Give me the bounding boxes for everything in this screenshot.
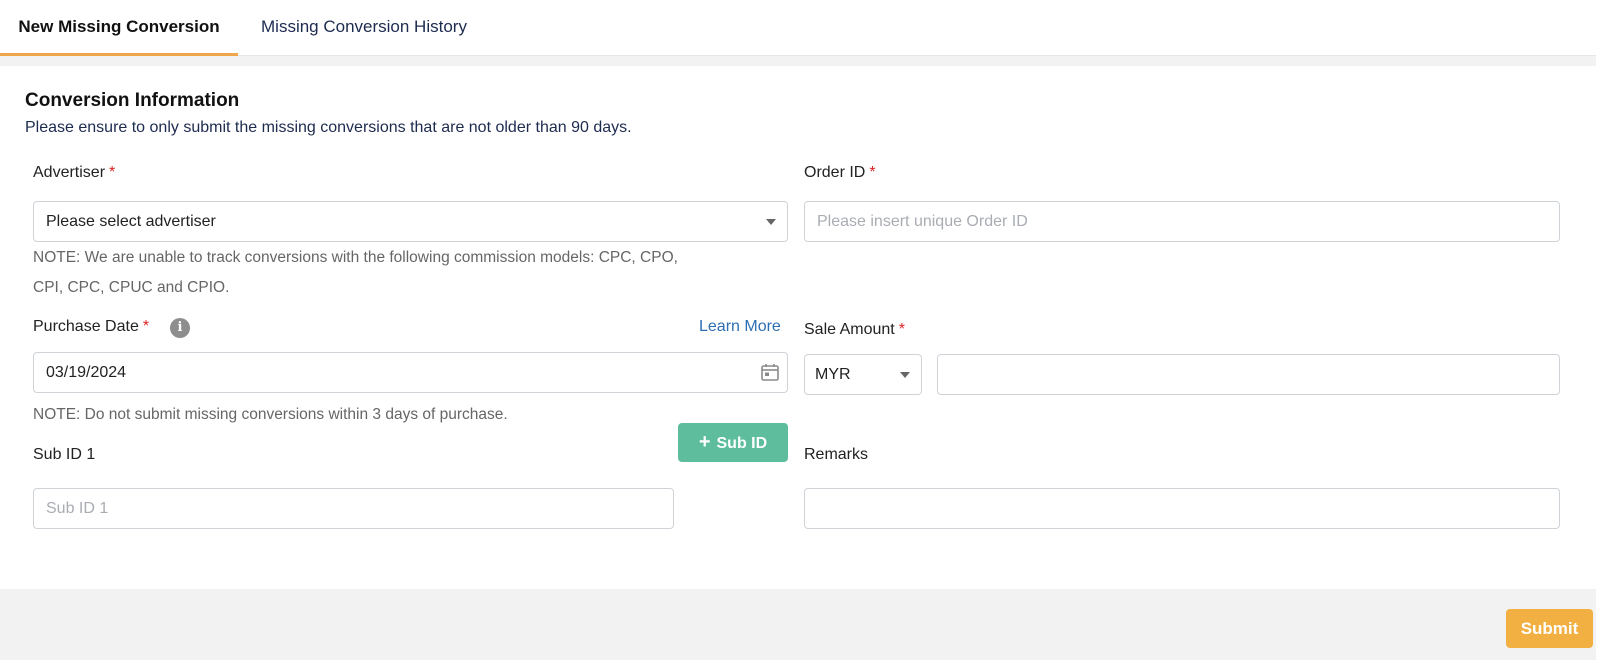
chevron-down-icon (766, 219, 776, 225)
add-sub-id-label: Sub ID (716, 435, 768, 452)
calendar-icon[interactable] (760, 362, 780, 382)
info-icon[interactable]: i (170, 318, 190, 338)
purchase-date-value: 03/19/2024 (46, 364, 127, 381)
required-mark: * (109, 164, 116, 181)
required-mark: * (869, 164, 876, 181)
currency-selected-value: MYR (815, 366, 851, 383)
remarks-input[interactable] (804, 488, 1560, 529)
purchase-date-label-text: Purchase Date (33, 318, 139, 335)
tab-missing-conversion-history[interactable]: Missing Conversion History (261, 0, 467, 56)
purchase-date-label: Purchase Date * (33, 318, 149, 336)
add-sub-id-button[interactable]: + Sub ID (678, 423, 788, 462)
tab-bar: New Missing Conversion Missing Conversio… (0, 0, 1596, 56)
advertiser-label-text: Advertiser (33, 164, 106, 181)
sub-id-input[interactable]: Sub ID 1 (33, 488, 674, 529)
sale-amount-label-text: Sale Amount (804, 321, 895, 338)
order-id-label-text: Order ID (804, 164, 866, 181)
order-id-label: Order ID * (804, 164, 876, 182)
currency-select[interactable]: MYR (804, 354, 922, 395)
advertiser-select[interactable]: Please select advertiser (33, 201, 788, 242)
advertiser-label: Advertiser * (33, 164, 115, 182)
plus-icon: + (698, 431, 711, 453)
tab-new-missing-conversion[interactable]: New Missing Conversion (0, 0, 238, 56)
required-mark: * (142, 318, 150, 335)
purchase-date-input[interactable]: 03/19/2024 (33, 352, 788, 393)
section-title: Conversion Information (25, 90, 240, 111)
sub-id-placeholder: Sub ID 1 (46, 500, 109, 517)
submit-button[interactable]: Submit (1506, 609, 1593, 648)
advertiser-selected-value: Please select advertiser (46, 213, 216, 230)
chevron-down-icon (900, 372, 910, 378)
page-edge (1596, 0, 1600, 660)
advertiser-note-line-2: CPI, CPC, CPUC and CPIO. (33, 279, 230, 296)
sale-amount-input[interactable] (937, 354, 1560, 395)
conversion-form-panel: Conversion Information Please ensure to … (0, 66, 1596, 589)
sale-amount-label: Sale Amount * (804, 321, 905, 339)
learn-more-link[interactable]: Learn More (699, 318, 781, 336)
section-subtitle: Please ensure to only submit the missing… (25, 119, 632, 136)
order-id-placeholder: Please insert unique Order ID (817, 213, 1028, 230)
required-mark: * (898, 321, 905, 338)
sub-id-label: Sub ID 1 (33, 446, 96, 463)
advertiser-note: NOTE: We are unable to track conversions… (33, 243, 678, 303)
purchase-date-note: NOTE: Do not submit missing conversions … (33, 406, 508, 423)
remarks-label: Remarks (804, 446, 869, 463)
advertiser-note-line-1: NOTE: We are unable to track conversions… (33, 249, 678, 266)
order-id-input[interactable]: Please insert unique Order ID (804, 201, 1560, 242)
